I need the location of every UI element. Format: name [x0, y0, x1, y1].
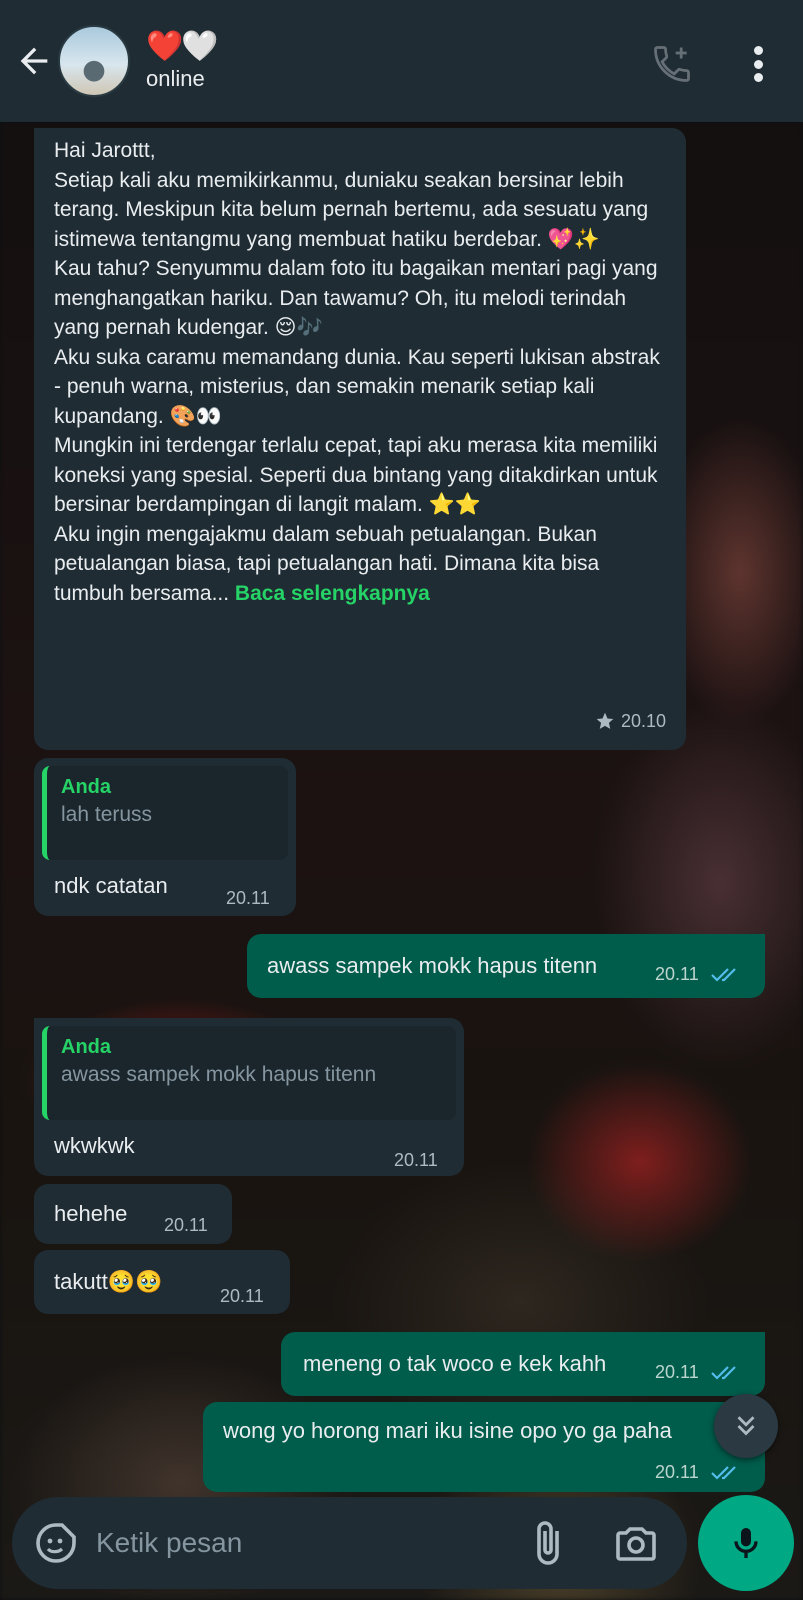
quote-text: lah teruss	[61, 803, 153, 826]
read-more-link[interactable]: Baca selengkapnya	[235, 582, 430, 605]
camera-icon	[616, 1527, 656, 1561]
double-check-icon	[710, 1366, 736, 1380]
mic-icon	[734, 1528, 758, 1558]
avatar[interactable]	[58, 25, 130, 97]
outgoing-message[interactable]: meneng o tak woco e kek kahh 20.11	[281, 1332, 765, 1396]
sticker-icon	[36, 1523, 76, 1563]
more-vertical-icon	[753, 46, 763, 55]
message-text: hehehe	[54, 1201, 128, 1226]
sticker-button[interactable]	[32, 1519, 80, 1567]
message-time-text: 20.11	[655, 1362, 699, 1382]
incoming-message[interactable]: Anda awass sampek mokk hapus titenn wkwk…	[34, 1018, 464, 1176]
star-icon	[596, 712, 614, 730]
message-composer	[12, 1497, 687, 1589]
message-body: Hai Jarottt, Setiap kali aku memikirkanm…	[54, 139, 660, 605]
menu-dot	[753, 59, 763, 69]
arrow-left-icon	[20, 47, 48, 75]
contact-name: ❤️🤍	[146, 30, 219, 63]
message-text: Hai Jarottt, Setiap kali aku memikirkanm…	[54, 136, 672, 608]
more-options-button[interactable]	[740, 40, 776, 88]
message-time: 20.11	[164, 1215, 208, 1235]
menu-dot	[753, 73, 763, 82]
quote-text: awass sampek mokk hapus titenn	[61, 1063, 377, 1086]
contact-info[interactable]: ❤️🤍 online	[146, 30, 219, 92]
message-time: 20.10	[620, 710, 666, 731]
double-chevron-down-icon	[737, 1416, 755, 1436]
message-time: 20.11	[226, 888, 270, 908]
phone-plus-icon	[654, 46, 690, 82]
message-time: 20.11	[655, 1358, 771, 1388]
message-time: 20.11	[655, 1458, 765, 1488]
add-call-button[interactable]	[650, 42, 694, 86]
message-meta: 20.10	[595, 707, 666, 737]
quote-author: Anda	[61, 776, 111, 798]
double-check-icon	[710, 968, 736, 982]
chat-header: ❤️🤍 online	[0, 0, 803, 122]
incoming-message[interactable]: hehehe 20.11	[34, 1184, 232, 1244]
message-time-text: 20.11	[655, 964, 699, 984]
message-time-text: 20.11	[655, 1462, 699, 1482]
message-text: takutt🥹🥹	[54, 1269, 163, 1294]
message-text: meneng o tak woco e kek kahh	[303, 1351, 607, 1376]
incoming-message[interactable]: takutt🥹🥹 20.11	[34, 1250, 290, 1314]
incoming-message[interactable]: Hai Jarottt, Setiap kali aku memikirkanm…	[34, 128, 686, 750]
message-text: wkwkwk	[54, 1133, 135, 1158]
message-time: 20.11	[655, 960, 771, 990]
double-check-icon	[710, 1466, 736, 1480]
contact-status: online	[146, 66, 205, 91]
message-text: wong yo horong mari iku isine opo yo ga …	[223, 1418, 672, 1443]
quoted-message[interactable]: Anda lah teruss	[42, 766, 288, 860]
quote-author: Anda	[61, 1036, 111, 1058]
outgoing-message[interactable]: awass sampek mokk hapus titenn 20.11	[247, 934, 765, 998]
quoted-message[interactable]: Anda awass sampek mokk hapus titenn	[42, 1026, 456, 1120]
message-text: awass sampek mokk hapus titenn	[267, 953, 598, 978]
camera-button[interactable]	[612, 1519, 660, 1567]
outgoing-message[interactable]: wong yo horong mari iku isine opo yo ga …	[203, 1402, 765, 1492]
message-input[interactable]	[96, 1527, 496, 1559]
incoming-message[interactable]: Anda lah teruss ndk catatan 20.11	[34, 758, 296, 916]
paperclip-icon	[537, 1521, 559, 1565]
attach-button[interactable]	[524, 1519, 572, 1567]
voice-message-button[interactable]	[698, 1495, 794, 1591]
back-button[interactable]	[12, 39, 56, 83]
message-time: 20.11	[220, 1286, 264, 1306]
message-time: 20.11	[394, 1150, 438, 1170]
scroll-to-bottom-button[interactable]	[714, 1394, 778, 1458]
message-text: ndk catatan	[54, 873, 168, 898]
